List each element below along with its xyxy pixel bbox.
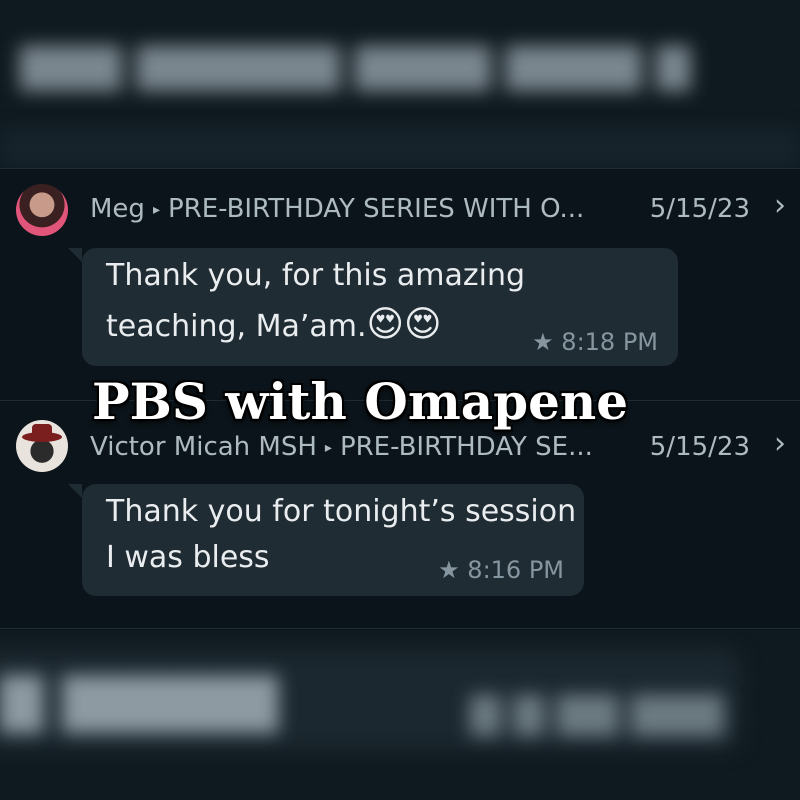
- separator-icon: ▸: [324, 440, 332, 456]
- message-date: 5/15/23: [649, 432, 750, 462]
- divider: [0, 168, 800, 169]
- bubble-tail: [68, 484, 82, 498]
- blurred-meta: ▇ ▇ ▇▇ ▇▇▇: [470, 690, 724, 736]
- overlay-caption: PBS with Omapene: [92, 372, 629, 431]
- avatar[interactable]: [16, 420, 68, 472]
- hat-brim-shape: [22, 432, 62, 442]
- message-line-with-emoji: teaching, Ma’am.😍😍: [106, 304, 442, 345]
- message-date: 5/15/23: [649, 194, 750, 224]
- heart-eyes-emoji-icon: 😍😍: [366, 304, 442, 345]
- message-meta: ★ 8:16 PM: [438, 556, 564, 584]
- message-line: Thank you, for this amazing: [106, 258, 526, 293]
- message-meta: ★ 8:18 PM: [532, 328, 658, 356]
- star-icon: ★: [438, 556, 460, 584]
- blurred-header-region: ▇▇▇ ▇▇▇▇▇▇ ▇▇▇▇ ▇▇▇▇ ▇: [0, 0, 800, 168]
- sender-line: Victor Micah MSH ▸ PRE-BIRTHDAY SE...: [90, 432, 593, 462]
- message-time: 8:18 PM: [561, 328, 658, 356]
- message-bubble[interactable]: Thank you for tonight’s session I was bl…: [68, 484, 584, 596]
- star-icon: ★: [532, 328, 554, 356]
- blurred-text: ▇ ▇▇▇▇▇: [0, 668, 278, 733]
- message-line: teaching, Ma’am.: [106, 309, 367, 344]
- sender-name: Victor Micah MSH: [90, 432, 317, 462]
- chat-name: PRE-BIRTHDAY SE...: [339, 432, 593, 462]
- message-time: 8:16 PM: [467, 556, 564, 584]
- blurred-text: ▇▇▇ ▇▇▇▇▇▇ ▇▇▇▇ ▇▇▇▇ ▇: [20, 40, 691, 91]
- blurred-footer-region: ▇ ▇▇▇▇▇ ▇ ▇ ▇▇ ▇▇▇: [0, 630, 800, 800]
- avatar[interactable]: [16, 184, 68, 236]
- sender-line: Meg ▸ PRE-BIRTHDAY SERIES WITH O...: [90, 194, 584, 224]
- divider: [0, 628, 800, 629]
- chevron-right-icon[interactable]: ›: [774, 426, 786, 461]
- chat-name: PRE-BIRTHDAY SERIES WITH O...: [167, 194, 585, 224]
- separator-icon: ▸: [152, 202, 160, 218]
- message-bubble[interactable]: Thank you, for this amazing teaching, Ma…: [68, 248, 678, 366]
- chevron-right-icon[interactable]: ›: [774, 188, 786, 223]
- message-header-meg[interactable]: Meg ▸ PRE-BIRTHDAY SERIES WITH O... 5/15/2…: [0, 182, 800, 238]
- bubble-tail: [68, 248, 82, 262]
- message-line: Thank you for tonight’s session: [106, 494, 577, 529]
- message-line: I was bless: [106, 540, 270, 575]
- sender-name: Meg: [90, 194, 145, 224]
- blurred-bar: [0, 128, 800, 168]
